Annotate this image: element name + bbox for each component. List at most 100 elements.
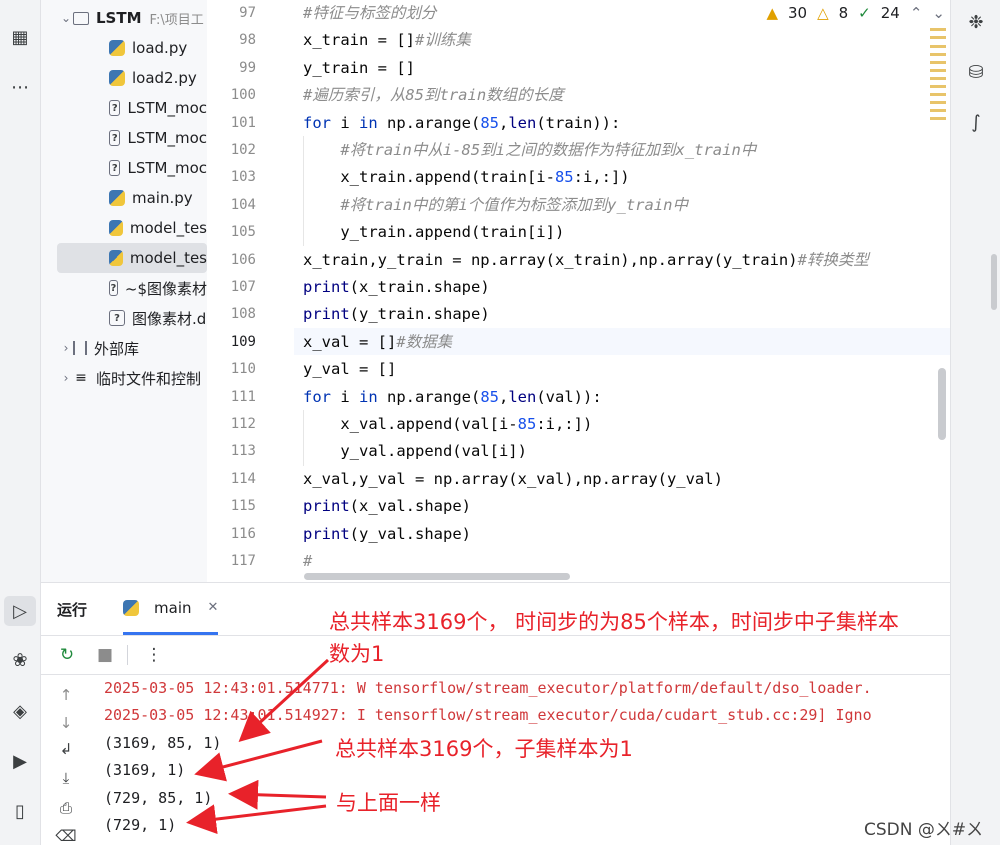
chevron-right-icon[interactable]: › <box>59 341 73 355</box>
line-number: 103 <box>230 169 256 186</box>
stop-icon[interactable]: ■ <box>93 643 117 667</box>
tree-file-item-selected[interactable]: model_tes <box>57 243 207 273</box>
root-folder-path: F:\项目工 <box>149 12 204 28</box>
code-line[interactable]: x_val.append(val[i-85:i,:]) <box>303 411 592 438</box>
warning-icon: ▲ <box>766 4 778 22</box>
line-number: 110 <box>230 361 256 378</box>
code-line[interactable]: x_train = []#训练集 <box>303 27 471 54</box>
file-name: LSTM_moc <box>127 159 207 177</box>
tree-file-item[interactable]: model_tes <box>41 213 207 243</box>
inspection-widget[interactable]: ▲ 30 △ 8 ✓ 24 ⌃ ⌄ <box>766 4 945 22</box>
ai-assistant-icon[interactable]: ❉ <box>961 7 991 37</box>
typo-count: 24 <box>880 4 900 22</box>
trash-icon[interactable]: ⌫ <box>54 824 78 848</box>
code-line[interactable]: #特征与标签的划分 <box>303 0 436 27</box>
project-tree: ⌄ LSTM F:\项目工 load.py load2.py ? LSTM_moc… <box>41 0 207 582</box>
code-line[interactable]: #将train中从i-85到i之间的数据作为特征加到x_train中 <box>303 137 756 164</box>
chevron-up-icon[interactable]: ⌃ <box>910 4 923 22</box>
run-tab-main[interactable]: main ✕ <box>123 583 219 635</box>
python-packages-icon[interactable]: ◈ <box>4 696 36 726</box>
code-line[interactable]: y_val = [] <box>303 356 396 383</box>
code-line[interactable]: y_val.append(val[i]) <box>303 438 527 465</box>
tree-file-item[interactable]: ? LSTM_moc <box>41 153 207 183</box>
run-tool-icon[interactable]: ▷ <box>4 596 36 626</box>
code-line[interactable]: # <box>303 548 312 575</box>
arrow-up-icon[interactable]: ↑ <box>54 683 78 707</box>
line-number: 115 <box>230 498 256 515</box>
weak-warning-count: 8 <box>838 4 849 22</box>
scratches-icon: ≡ <box>75 370 87 386</box>
code-line[interactable]: for i in np.arange(85,len(val)): <box>303 384 602 411</box>
print-icon[interactable]: ⎙ <box>54 796 78 820</box>
soft-wrap-icon[interactable]: ↲ <box>54 737 78 761</box>
rerun-icon[interactable]: ↻ <box>55 643 79 667</box>
code-line[interactable]: print(x_train.shape) <box>303 274 490 301</box>
chevron-down-icon[interactable]: ⌄ <box>932 4 945 22</box>
indent-guide <box>303 410 304 466</box>
line-number: 112 <box>230 416 256 432</box>
tree-file-item[interactable]: ? LSTM_moc <box>41 123 207 153</box>
more-options-icon[interactable]: ⋮ <box>142 643 166 667</box>
annotation-note-1a: 总共样本3169个， 时间步的为85个样本，时间步中子集样本 <box>329 610 899 634</box>
code-line[interactable]: x_val = []#数据集 <box>303 329 452 356</box>
tree-external-libraries[interactable]: › 外部库 <box>41 333 207 363</box>
tree-root-lstm[interactable]: ⌄ LSTM F:\项目工 <box>41 3 207 33</box>
line-number: 105 <box>230 224 256 241</box>
structure-icon[interactable]: ▦ <box>4 22 36 52</box>
tree-scratches[interactable]: › ≡ 临时文件和控制 <box>41 363 207 393</box>
python-file-icon <box>123 599 140 616</box>
line-number: 107 <box>230 279 256 295</box>
database-icon[interactable]: ⛁ <box>961 57 991 87</box>
services-icon[interactable]: ▶ <box>4 746 36 776</box>
code-line[interactable]: print(x_val.shape) <box>303 493 471 520</box>
code-line[interactable]: y_train.append(train[i]) <box>303 219 564 246</box>
right-scrollbar[interactable] <box>991 254 997 310</box>
code-line[interactable]: y_train = [] <box>303 55 415 82</box>
tree-file-item[interactable]: load2.py <box>41 63 207 93</box>
tree-file-item[interactable]: ? LSTM_moc <box>41 93 207 123</box>
sciview-icon[interactable]: ∫ <box>961 107 991 137</box>
tree-file-item[interactable]: ? ~$图像素材 <box>41 273 207 303</box>
code-line[interactable]: print(y_val.shape) <box>303 521 471 548</box>
error-stripe[interactable] <box>930 28 946 125</box>
code-line[interactable]: x_train,y_train = np.array(x_train),np.a… <box>303 247 869 274</box>
console-line: 2025-03-05 12:43:01.514771: W tensorflow… <box>104 679 872 697</box>
code-editor[interactable]: #特征与标签的划分 x_train = []#训练集 y_train = [] #遍历… <box>294 0 950 582</box>
arrow-down-icon[interactable]: ↓ <box>54 711 78 735</box>
file-name: model_tes <box>129 219 207 237</box>
unknown-file-icon: ? <box>109 160 121 176</box>
scroll-to-end-icon[interactable]: ⤓ <box>54 766 78 790</box>
close-icon[interactable]: ✕ <box>208 600 219 615</box>
editor-horizontal-scrollbar[interactable] <box>304 573 570 580</box>
file-name: 图像素材.d <box>132 309 207 328</box>
code-line[interactable]: x_val,y_val = np.array(x_val),np.array(y… <box>303 466 723 493</box>
code-line[interactable]: x_train.append(train[i-85:i,:]) <box>303 164 629 191</box>
editor-vertical-scrollbar[interactable] <box>938 368 946 440</box>
line-number: 106 <box>230 251 256 268</box>
right-tool-strip: ❉ ⛁ ∫ <box>950 0 1000 845</box>
console-line: 2025-03-05 12:43:01.514927: I tensorflow… <box>104 706 872 725</box>
file-name: ~$图像素材 <box>124 279 207 298</box>
tree-file-item[interactable]: main.py <box>41 183 207 213</box>
check-icon: ✓ <box>858 4 871 22</box>
tree-file-item[interactable]: load.py <box>41 33 207 63</box>
code-line[interactable]: for i in np.arange(85,len(train)): <box>303 110 620 137</box>
python-console-icon[interactable]: ❀ <box>4 645 36 675</box>
line-number: 98 <box>239 32 256 49</box>
python-file-icon <box>109 190 125 206</box>
warning-count: 30 <box>787 4 808 22</box>
code-line[interactable]: #遍历索引，从85到train数组的长度 <box>303 82 564 109</box>
more-tools-icon[interactable]: ⋯ <box>4 72 36 102</box>
chevron-right-icon[interactable]: › <box>59 371 73 385</box>
code-line[interactable]: #将train中的第i个值作为标签添加到y_train中 <box>303 192 688 219</box>
console-line: (729, 85, 1) <box>104 788 213 807</box>
file-name: model_tes <box>129 249 207 267</box>
chevron-down-icon[interactable]: ⌄ <box>59 11 73 25</box>
tree-file-item[interactable]: ? 图像素材.d <box>41 303 207 333</box>
library-icon <box>73 341 87 355</box>
code-line[interactable]: print(y_train.shape) <box>303 301 490 328</box>
line-number: 99 <box>239 59 256 76</box>
terminal-icon[interactable]: ▯ <box>4 796 36 826</box>
console-line: (3169, 1) <box>104 761 186 780</box>
python-file-icon <box>109 70 125 86</box>
